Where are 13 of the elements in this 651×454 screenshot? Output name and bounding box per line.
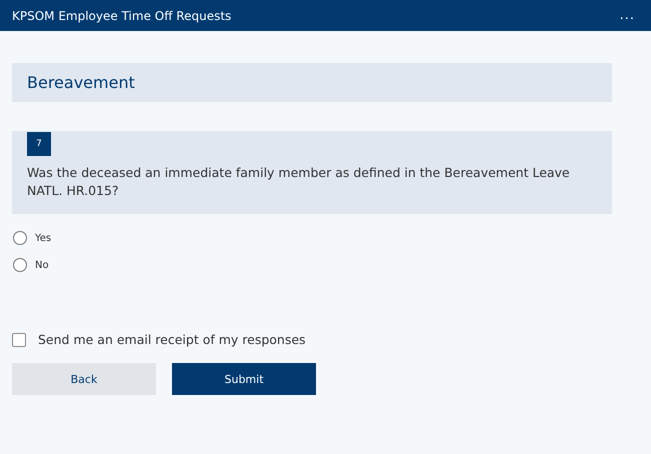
question-number: 7 (27, 132, 51, 156)
option-label: No (35, 260, 49, 270)
back-button[interactable]: Back (12, 363, 156, 395)
radio-button[interactable] (13, 258, 27, 272)
checkbox-label: Send me an email receipt of my responses (38, 332, 306, 347)
more-button[interactable]: ... (616, 8, 639, 23)
radio-button[interactable] (13, 231, 27, 245)
submit-button[interactable]: Submit (172, 363, 316, 395)
option-label: Yes (35, 232, 52, 244)
checkbox[interactable] (12, 332, 26, 346)
section-title: Bereavement (27, 73, 135, 92)
form-title: KPSOM Employee Time Off Requests (12, 8, 232, 22)
question-text: Was the deceased an immediate family member as defined in the Bereavement Leave NATL. HR.015? (27, 164, 571, 200)
